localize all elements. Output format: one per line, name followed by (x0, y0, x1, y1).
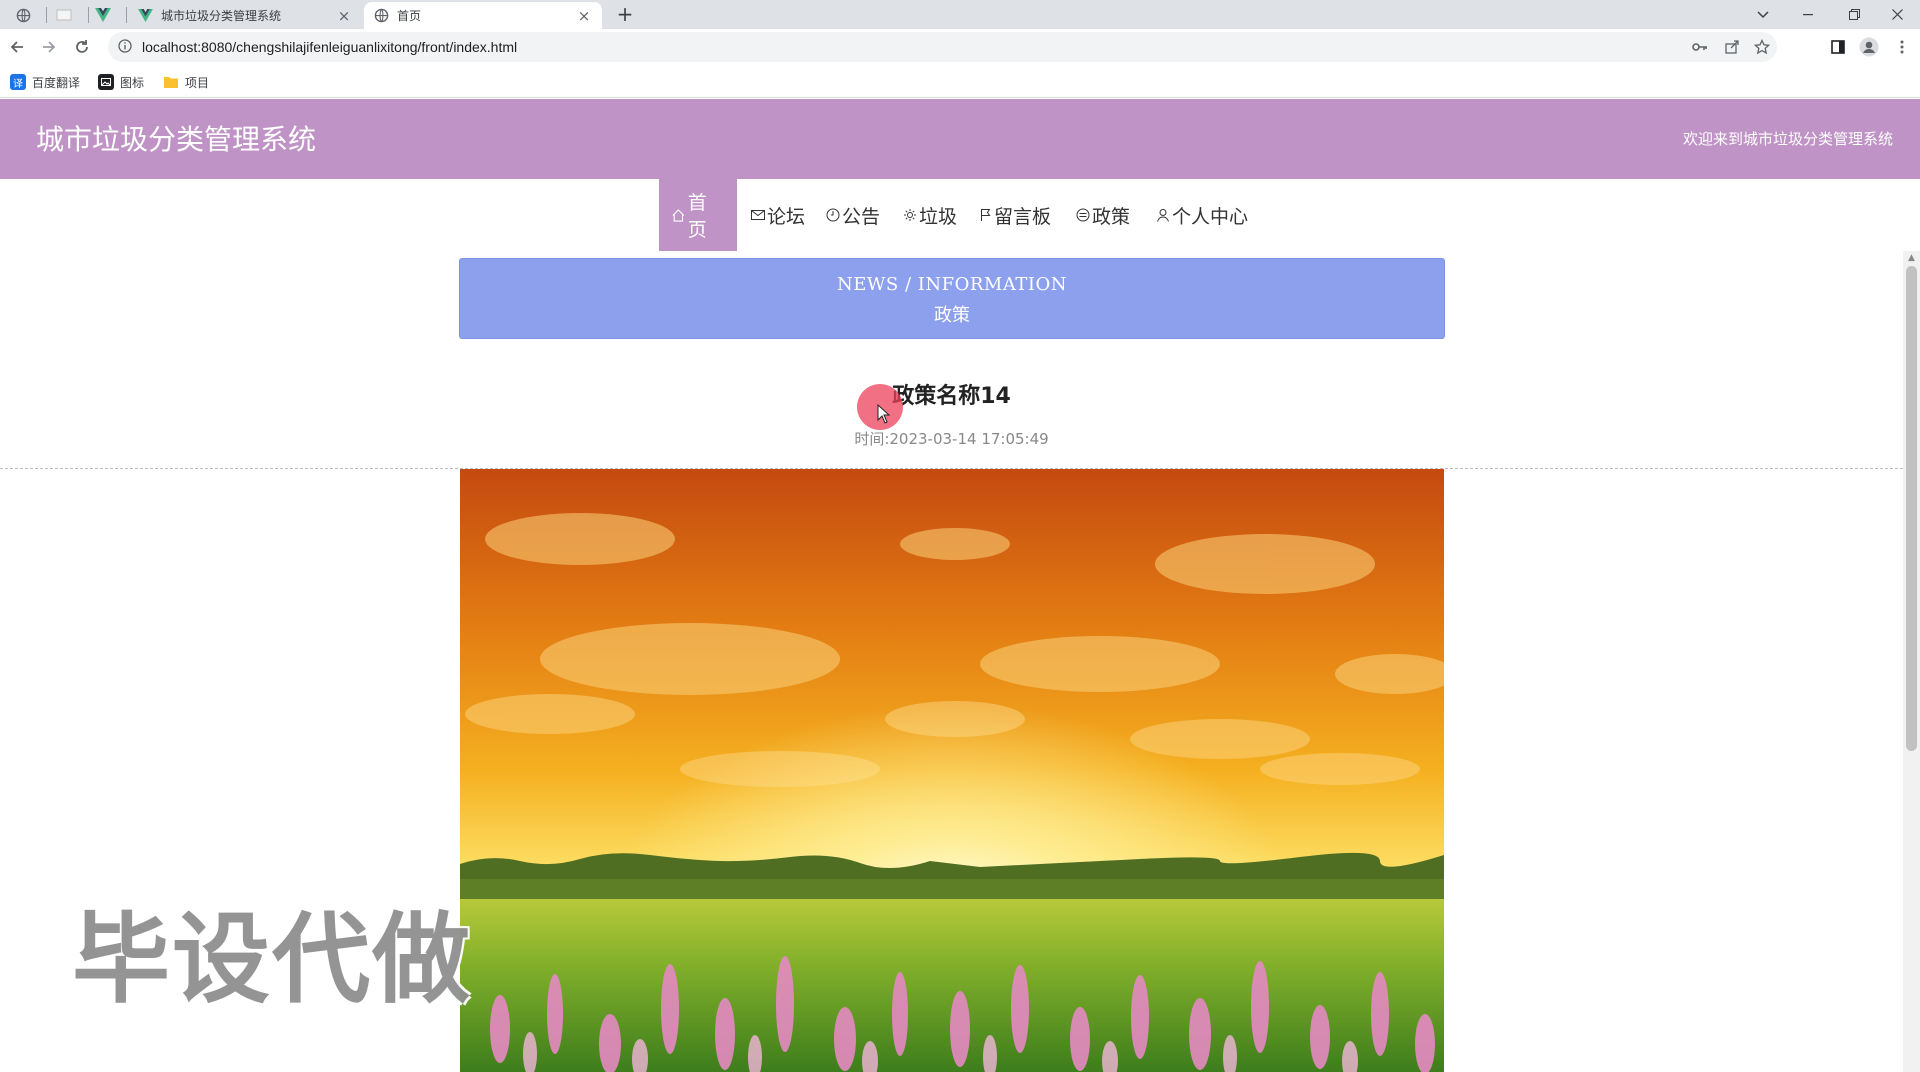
bookmark-translate[interactable]: 译 百度翻译 (10, 73, 80, 91)
arrow-right-icon (43, 41, 56, 53)
back-button[interactable] (5, 35, 29, 59)
translate-icon: 译 (10, 74, 26, 90)
image-icon (98, 74, 114, 90)
nav-item-message-board[interactable]: 留言板 (980, 179, 1051, 251)
nav-item-label: 论坛 (767, 205, 806, 228)
tab-system[interactable]: 城市垃圾分类管理系统 × (128, 2, 362, 29)
banner-title-cn: 政策 (934, 305, 970, 326)
time-value: 2023-03-14 17:05:49 (889, 430, 1049, 448)
close-icon[interactable]: × (576, 7, 592, 25)
clock-icon (826, 208, 840, 222)
main-nav: 首页 论坛 公告 垃圾 留言板 政策 个人中心 (0, 179, 1920, 251)
profile-button[interactable] (1857, 35, 1881, 59)
nav-item-label: 首页 (687, 192, 707, 241)
nav-item-label: 垃圾 (919, 205, 958, 228)
mail-icon (751, 210, 765, 220)
nav-item-home[interactable]: 首页 (659, 179, 737, 251)
site-title: 城市垃圾分类管理系统 (36, 123, 317, 156)
browser-toolbar: localhost:8080/chengshilajifenleiguanlix… (0, 29, 1920, 66)
nav-item-forum[interactable]: 论坛 (751, 179, 805, 251)
nav-item-label: 公告 (842, 205, 881, 228)
section-banner: NEWS / INFORMATION 政策 (459, 258, 1445, 339)
chevron-down-icon (1756, 10, 1769, 18)
gear-icon (904, 209, 916, 221)
pinned-tab-globe[interactable] (6, 3, 40, 27)
tab-title: 城市垃圾分类管理系统 (161, 9, 282, 23)
folder-icon (163, 74, 179, 90)
avatar-icon (1859, 37, 1879, 57)
watermark: 毕设代做 (72, 903, 473, 1017)
time-label: 时间: (854, 430, 890, 448)
share-icon[interactable] (1720, 35, 1744, 59)
scroll-up-icon[interactable]: ▲ (1906, 253, 1917, 264)
close-window-button[interactable] (1875, 0, 1920, 29)
forward-button[interactable] (37, 35, 61, 59)
nav-item-label: 政策 (1092, 205, 1131, 228)
minimize-button[interactable] (1785, 0, 1830, 29)
bookmark-label: 百度翻译 (32, 75, 81, 90)
close-icon (1892, 9, 1903, 20)
flag-icon (981, 209, 991, 221)
tab-search-button[interactable] (1740, 0, 1785, 29)
side-panel-icon (1831, 40, 1845, 54)
welcome-text: 欢迎来到城市垃圾分类管理系统 (1682, 130, 1893, 148)
restore-icon (1849, 9, 1860, 20)
globe-icon (16, 8, 30, 22)
reload-button[interactable] (70, 35, 94, 59)
menu-button[interactable] (1890, 35, 1914, 59)
vue-icon (138, 9, 153, 22)
home-icon (672, 208, 685, 222)
nav-item-label: 个人中心 (1172, 205, 1249, 228)
side-panel-button[interactable] (1826, 35, 1850, 59)
article-title: 政策名称14 (892, 384, 1011, 409)
bookmark-projects[interactable]: 项目 (163, 73, 209, 91)
article-image (460, 469, 1444, 1072)
new-tab-button[interactable]: + (614, 3, 636, 25)
key-icon[interactable] (1688, 35, 1712, 59)
page-icon (56, 9, 72, 21)
vue-icon (95, 8, 111, 22)
address-bar[interactable]: localhost:8080/chengshilajifenleiguanlix… (108, 32, 1777, 62)
bookmark-label: 项目 (185, 75, 210, 90)
nav-item-profile[interactable]: 个人中心 (1156, 179, 1248, 251)
star-icon[interactable] (1750, 35, 1774, 59)
tab-home[interactable]: 首页 × (364, 2, 602, 29)
user-icon (1157, 209, 1169, 222)
more-vert-icon (1900, 40, 1904, 54)
scrollbar-thumb[interactable] (1906, 266, 1917, 751)
bookmark-label: 图标 (120, 75, 145, 90)
reload-icon (76, 40, 88, 53)
pinned-tab-vue[interactable] (86, 3, 120, 27)
url-text[interactable]: localhost:8080/chengshilajifenleiguanlix… (142, 39, 517, 55)
bookmarks-bar: 译 百度翻译 图标 项目 (0, 66, 1920, 98)
nav-item-garbage[interactable]: 垃圾 (903, 179, 957, 251)
tab-title: 首页 (397, 9, 422, 23)
globe-icon (374, 8, 389, 23)
page-scrollbar[interactable]: ▲ (1903, 251, 1920, 1072)
arrow-left-icon (10, 41, 23, 53)
close-icon[interactable]: × (336, 7, 352, 25)
nav-item-notice[interactable]: 公告 (826, 179, 880, 251)
restore-button[interactable] (1832, 0, 1877, 29)
list-icon (1076, 208, 1090, 222)
article-time: 时间:2023-03-14 17:05:49 (0, 428, 1903, 449)
pinned-tab-blank[interactable] (47, 3, 81, 27)
minimize-icon (1802, 13, 1813, 15)
cursor-icon (877, 404, 891, 424)
bookmark-icons[interactable]: 图标 (98, 73, 144, 91)
site-info-icon[interactable] (114, 38, 136, 56)
browser-tab-strip: 城市垃圾分类管理系统 × 首页 × + (0, 0, 1920, 29)
site-header: 城市垃圾分类管理系统 欢迎来到城市垃圾分类管理系统 (0, 99, 1920, 179)
banner-title-en: NEWS / INFORMATION (837, 274, 1067, 295)
nav-item-policy[interactable]: 政策 (1076, 179, 1130, 251)
nav-item-label: 留言板 (994, 205, 1052, 228)
